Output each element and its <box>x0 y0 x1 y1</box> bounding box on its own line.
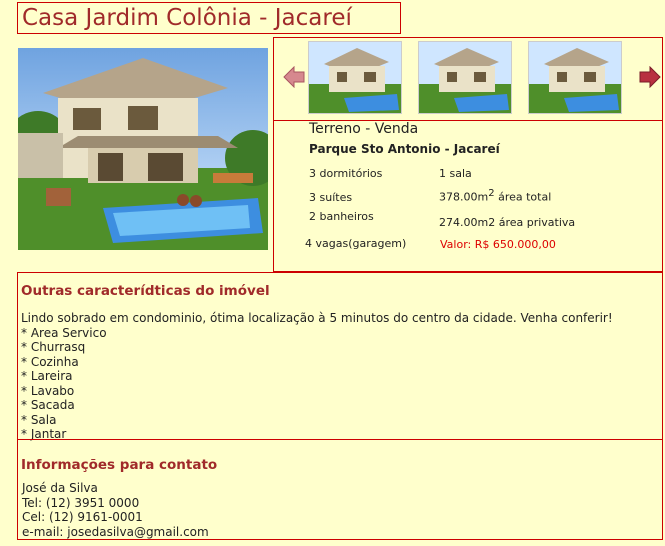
contact-email[interactable]: e-mail: josedasilva@gmail.com <box>22 525 209 540</box>
carousel-prev-button[interactable] <box>282 65 306 89</box>
feature-item: * Area Servico <box>21 325 107 340</box>
private-area: 274.00m2 área privativa <box>439 216 576 229</box>
carousel-thumbnail[interactable] <box>418 41 512 114</box>
page-title: Casa Jardim Colônia - Jacareí <box>22 5 352 31</box>
total-area-value: 378.00m <box>439 190 489 204</box>
image-carousel <box>274 38 662 121</box>
price: Valor: R$ 650.000,00 <box>440 238 556 251</box>
listing-location: Parque Sto Antonio - Jacareí <box>309 142 500 156</box>
features-heading: Outras caracterídticas do imóvel <box>21 283 270 299</box>
rooms: 1 sala <box>439 167 472 180</box>
feature-item: * Sacada <box>21 398 75 412</box>
contact-name: José da Silva <box>22 481 98 495</box>
thumbnail-house-image <box>419 42 511 113</box>
feature-item: * Sala <box>21 412 57 427</box>
page-title-box: Casa Jardim Colônia - Jacareí <box>17 2 401 34</box>
listing-type: Terreno - Venda <box>309 121 419 137</box>
thumbnail-house-image <box>529 42 621 113</box>
features-description: Lindo sobrado em condominio, ótima local… <box>21 311 613 325</box>
bathrooms: 2 banheiros <box>309 210 374 223</box>
contact-tel: Tel: (12) 3951 0000 <box>22 495 140 510</box>
feature-item: * Lavabo <box>21 383 75 398</box>
carousel-thumbnail[interactable] <box>528 41 622 114</box>
bedrooms: 3 dormitórios <box>309 167 383 180</box>
contact-body: José da Silva Tel: (12) 3951 0000 Cel: (… <box>22 481 209 539</box>
carousel-thumbnail[interactable] <box>308 41 402 114</box>
contact-cel: Cel: (12) 9161-0001 <box>22 510 143 524</box>
arrow-right-icon <box>639 65 661 89</box>
parking: 4 vagas(garagem) <box>305 237 407 250</box>
contact-heading: Informações para contato <box>21 457 218 473</box>
feature-item: * Lareira <box>21 369 73 383</box>
feature-item: * Churrasq <box>21 340 86 354</box>
property-details-panel: Terreno - Venda Parque Sto Antonio - Jac… <box>273 37 663 272</box>
carousel-next-button[interactable] <box>638 65 662 89</box>
suites: 3 suítes <box>309 191 353 204</box>
features-section: Outras caracterídticas do imóvel Lindo s… <box>17 272 663 442</box>
main-property-photo[interactable] <box>18 48 268 250</box>
house-photo-illustration <box>18 48 268 250</box>
features-body: Lindo sobrado em condominio, ótima local… <box>21 311 613 442</box>
total-area-label: área total <box>494 190 552 204</box>
property-info: Terreno - Venda Parque Sto Antonio - Jac… <box>274 120 662 270</box>
thumbnail-house-image <box>309 42 401 113</box>
total-area: 378.00m2 área total <box>439 188 551 204</box>
arrow-left-icon <box>283 65 305 89</box>
feature-item: * Cozinha <box>21 354 79 369</box>
contact-section: Informações para contato José da Silva T… <box>17 439 663 540</box>
